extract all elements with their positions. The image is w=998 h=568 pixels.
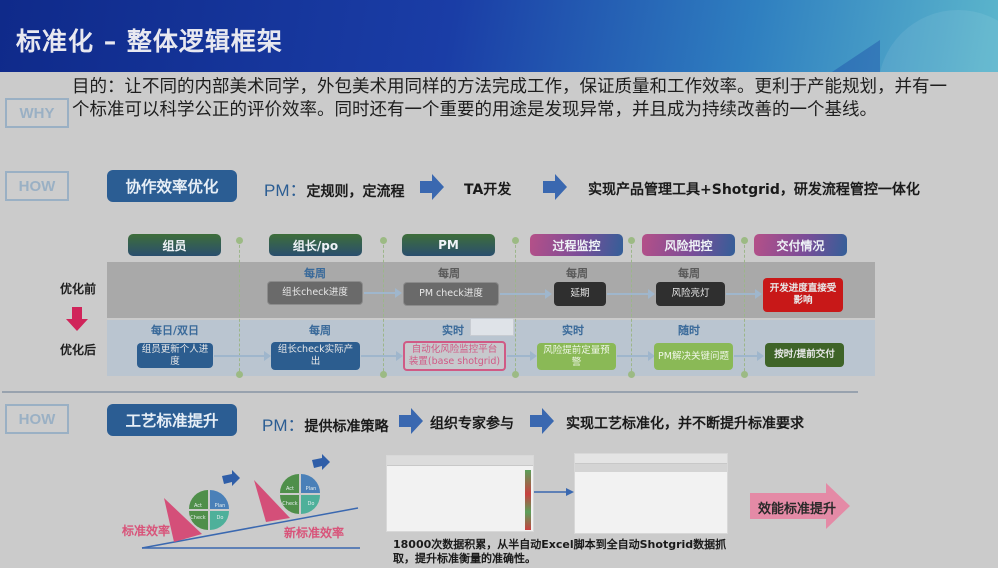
separator-dot [380, 237, 387, 244]
right-arrow-icon [543, 174, 567, 200]
collab-efficiency-button[interactable]: 协作效率优化 [107, 170, 237, 202]
after-box: PM解决关键问题 [654, 343, 733, 370]
after-label: 优化后 [60, 343, 97, 357]
stage-header-monitor: 过程监控 [530, 234, 623, 256]
stage-header-pm: PM [402, 234, 495, 256]
after-box-highlight: 自动化风险监控平台装置(base shotgrid) [403, 341, 506, 371]
flow-connector [500, 289, 552, 299]
svg-text:Plan: Plan [215, 503, 226, 509]
why-description: 目的：让不同的内部美术同学，外包美术用同样的方法完成工作，保证质量和工作效率。更… [72, 77, 947, 120]
standard-efficiency-label: 标准效率 [122, 524, 171, 538]
how1-pm-statement: PM：定规则，定流程 [264, 176, 405, 201]
svg-text:Check: Check [190, 515, 205, 521]
how2-step3: 实现工艺标准化，并不断提升标准要求 [566, 416, 804, 432]
before-box: 组长check进度 [267, 281, 363, 305]
how2-step2: 组织专家参与 [430, 416, 514, 432]
shotgrid-toolbar [575, 454, 727, 464]
after-freq: 每周 [309, 324, 331, 337]
how2-pm-statement: PM：提供标准策略 [262, 411, 389, 436]
pm-prefix: PM： [262, 416, 305, 435]
svg-text:Check: Check [282, 501, 297, 507]
shotgrid-screenshot [574, 453, 728, 534]
pdca-wheel-right: Act Plan Check Do [280, 474, 320, 514]
svg-text:Plan: Plan [306, 486, 317, 492]
how1-step2: TA开发 [464, 182, 512, 198]
flow-connector [607, 289, 655, 299]
before-freq: 每周 [678, 267, 700, 280]
new-standard-efficiency-label: 新标准效率 [284, 526, 345, 540]
data-caption: 18000次数据积累，从半自动Excel脚本到全自动Shotgrid数据抓取，提… [393, 538, 727, 565]
separator-dot [628, 371, 635, 378]
flow-connector [734, 351, 764, 361]
separator-dot [380, 371, 387, 378]
svg-text:Do: Do [217, 515, 224, 521]
flow-connector [617, 351, 655, 361]
after-freq: 随时 [678, 324, 700, 337]
right-arrow-icon [420, 174, 444, 200]
shotgrid-header-row [575, 464, 727, 472]
craft-standard-button[interactable]: 工艺标准提升 [107, 404, 237, 436]
right-arrow-icon [399, 408, 423, 434]
up-arrow-left [222, 470, 240, 486]
how-tag-1: HOW [5, 171, 69, 201]
before-freq: 每周 [438, 267, 460, 280]
separator-dot [512, 371, 519, 378]
pm-text: 提供标准策略 [304, 418, 389, 434]
stage-header-risk: 风险把控 [642, 234, 735, 256]
how1-step3: 实现产品管理工具+Shotgrid，研发流程管控一体化 [588, 182, 920, 198]
separator-dot [741, 371, 748, 378]
before-box: 风险亮灯 [656, 282, 725, 306]
right-arrow-icon [530, 408, 554, 434]
excel-toolbar [387, 456, 533, 466]
result-label: 效能标准提升 [758, 502, 837, 517]
after-freq: 实时 [562, 324, 584, 337]
after-box-result: 按时/提前交付 [765, 343, 844, 367]
up-arrow-right [312, 454, 330, 470]
flow-connector [214, 351, 271, 361]
table-thumbnail [470, 318, 514, 336]
svg-text:Act: Act [194, 503, 202, 509]
pdca-wheel-left: Act Plan Check Do [189, 490, 229, 530]
separator-dot [512, 237, 519, 244]
before-freq: 每周 [304, 267, 326, 280]
after-box: 风险提前定量预警 [537, 343, 616, 370]
before-label: 优化前 [60, 282, 97, 296]
stage-header-member: 组员 [128, 234, 221, 256]
separator-dot [741, 237, 748, 244]
how-tag-2: HOW [5, 404, 69, 434]
stage-header-lead: 组长/po [269, 234, 362, 256]
pm-text: 定规则，定流程 [306, 183, 405, 199]
separator-dot [236, 371, 243, 378]
down-arrow-icon [66, 307, 88, 331]
section-divider [2, 391, 858, 393]
after-box: 组员更新个人进度 [137, 343, 213, 368]
svg-text:Act: Act [286, 486, 294, 492]
before-box: 延期 [554, 282, 606, 306]
slide-title: 标准化 – 整体逻辑框架 [16, 27, 283, 56]
separator-dot [236, 237, 243, 244]
after-freq: 每日/双日 [150, 324, 200, 337]
stage-header-delivery: 交付情况 [754, 234, 847, 256]
excel-status-column [525, 470, 531, 530]
header-decoration [878, 10, 998, 72]
after-box: 组长check实际产出 [271, 342, 360, 370]
before-freq: 每周 [566, 267, 588, 280]
before-box: PM check进度 [403, 282, 499, 306]
pm-prefix: PM： [264, 181, 307, 200]
right-arrow-icon [534, 488, 574, 496]
flow-connector [361, 351, 403, 361]
flow-connector [364, 288, 402, 298]
svg-text:Do: Do [308, 501, 315, 507]
excel-screenshot [386, 455, 534, 532]
flow-connector [507, 351, 537, 361]
header-decoration-wedge [820, 40, 880, 72]
separator-dot [628, 237, 635, 244]
flow-connector [726, 289, 762, 299]
before-box-alert: 开发进度直接受影响 [763, 278, 843, 312]
why-tag: WHY [5, 98, 69, 128]
